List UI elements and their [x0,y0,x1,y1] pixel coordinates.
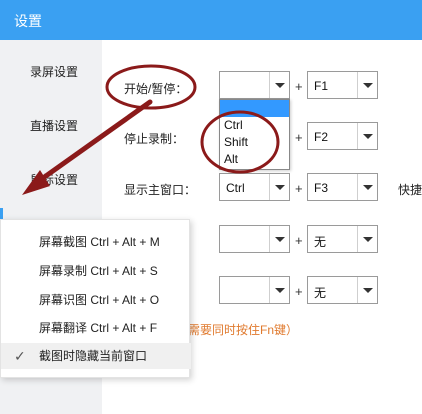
start-pause-modifier-select[interactable] [219,71,290,99]
selected-value: 无 [314,286,327,300]
plus-sign: + [295,79,303,94]
dropdown-option-shift[interactable]: Shift [220,134,289,151]
sidebar-item-label: 鼠标设置 [30,173,79,187]
row4-modifier-select[interactable] [219,225,290,253]
menu-item-label: 屏幕识图 Ctrl + Alt + O [39,293,160,307]
plus-sign: + [295,284,303,299]
title-bar: 设置 [0,0,422,40]
start-pause-label: 开始/暂停： [124,82,188,96]
chevron-down-icon[interactable] [269,174,289,200]
dropdown-option-ctrl[interactable]: Ctrl [220,117,289,134]
shortcut-tail-label: 快捷 [398,183,422,197]
selected-value: F2 [314,130,329,144]
menu-item-label: 屏幕翻译 Ctrl + Alt + F [39,321,158,335]
menu-item-screen-record[interactable]: 屏幕录制 Ctrl + Alt + S [1,258,191,284]
menu-item-hide-window-on-capture[interactable]: ✓ 截图时隐藏当前窗口 [1,343,191,369]
selected-value: Ctrl [226,181,245,195]
row4-key-select[interactable]: 无 [307,225,378,253]
sidebar-item-mouse-settings[interactable]: 鼠标设置 [0,160,102,200]
plus-sign: + [295,130,303,145]
selected-value: F1 [314,79,329,93]
plus-sign: + [295,233,303,248]
menu-item-screen-translate[interactable]: 屏幕翻译 Ctrl + Alt + F [1,315,191,341]
menu-item-label: 屏幕截图 Ctrl + Alt + M [39,235,160,249]
tray-context-menu: 屏幕截图 Ctrl + Alt + M 屏幕录制 Ctrl + Alt + S … [0,219,191,378]
chevron-down-icon[interactable] [269,277,289,303]
menu-item-screenshot[interactable]: 屏幕截图 Ctrl + Alt + M [1,229,191,255]
row5-modifier-select[interactable] [219,276,290,304]
dropdown-option-alt[interactable]: Alt [220,151,289,168]
selected-value: 无 [314,235,327,249]
chevron-down-icon[interactable] [269,72,289,98]
sidebar-item-label: 录屏设置 [30,65,79,79]
fn-key-note: 上需要同时按住Fn键） [176,323,299,337]
sidebar-item-record-settings[interactable]: 录屏设置 [0,52,102,92]
chevron-down-icon[interactable] [269,226,289,252]
sidebar-item-live-settings[interactable]: 直播设置 [0,106,102,146]
chevron-down-icon[interactable] [357,277,377,303]
start-pause-key-select[interactable]: F1 [307,71,378,99]
chevron-down-icon[interactable] [357,174,377,200]
chevron-down-icon[interactable] [357,123,377,149]
menu-item-screen-ocr[interactable]: 屏幕识图 Ctrl + Alt + O [1,287,191,313]
plus-sign: + [295,181,303,196]
show-main-window-label: 显示主窗口： [124,183,197,197]
row5-key-select[interactable]: 无 [307,276,378,304]
stop-recording-key-select[interactable]: F2 [307,122,378,150]
menu-item-label: 屏幕录制 Ctrl + Alt + S [39,264,158,278]
stop-recording-label: 停止录制： [124,132,185,146]
selected-value: F3 [314,181,329,195]
window-title: 设置 [14,13,42,29]
checkmark-icon: ✓ [14,348,26,364]
dropdown-option-blank[interactable] [220,100,289,117]
menu-item-label: 截图时隐藏当前窗口 [39,349,148,363]
modifier-dropdown-list: Ctrl Shift Alt [219,99,290,170]
show-main-window-modifier-select[interactable]: Ctrl [219,173,290,201]
show-main-window-key-select[interactable]: F3 [307,173,378,201]
sidebar-item-label: 直播设置 [30,119,79,133]
chevron-down-icon[interactable] [357,72,377,98]
chevron-down-icon[interactable] [357,226,377,252]
